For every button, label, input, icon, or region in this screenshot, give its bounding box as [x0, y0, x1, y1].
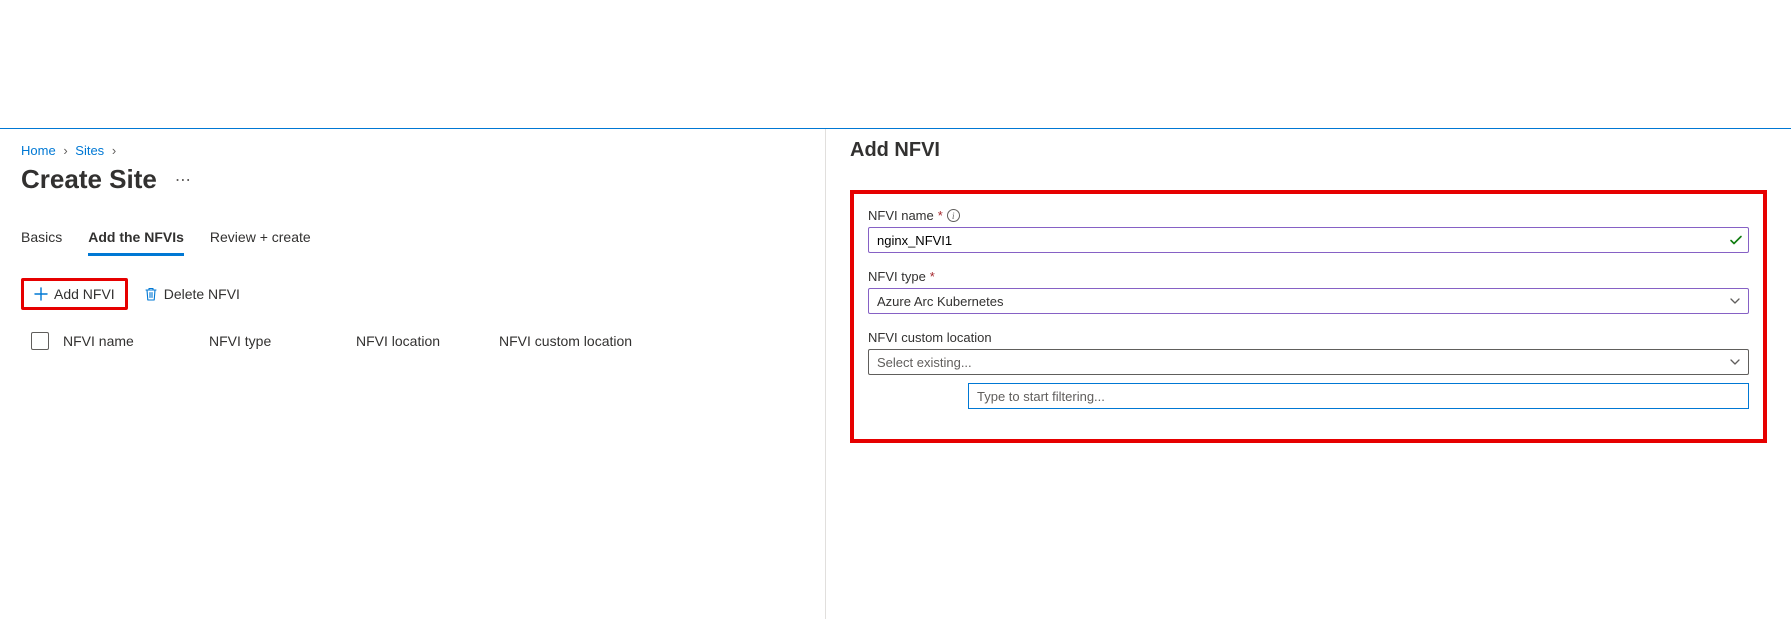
nfvi-type-value: Azure Arc Kubernetes: [877, 294, 1003, 309]
nfvi-type-select[interactable]: Azure Arc Kubernetes: [868, 288, 1749, 314]
table-header: NFVI name NFVI type NFVI location NFVI c…: [21, 332, 825, 350]
toolbar: Add NFVI Delete NFVI: [21, 278, 825, 310]
chevron-right-icon: ›: [112, 143, 116, 158]
nfvi-name-input[interactable]: [868, 227, 1749, 253]
tab-add-nfvis[interactable]: Add the NFVIs: [88, 229, 184, 256]
column-header-location[interactable]: NFVI location: [356, 333, 499, 349]
required-asterisk: *: [930, 269, 935, 284]
nfvi-name-label: NFVI name * i: [868, 208, 1749, 223]
nfvi-custom-location-label: NFVI custom location: [868, 330, 1749, 345]
tabs: Basics Add the NFVIs Review + create: [21, 229, 825, 256]
breadcrumb-home[interactable]: Home: [21, 143, 56, 158]
select-all-checkbox[interactable]: [31, 332, 49, 350]
nfvi-custom-location-value: Select existing...: [877, 355, 972, 370]
trash-icon: [144, 287, 158, 302]
add-nfvi-label: Add NFVI: [54, 286, 115, 302]
column-header-custom[interactable]: NFVI custom location: [499, 333, 749, 349]
highlight-box: NFVI name * i NFVI type *: [850, 190, 1767, 443]
custom-location-filter-input[interactable]: [968, 383, 1749, 409]
delete-nfvi-button[interactable]: Delete NFVI: [136, 281, 248, 307]
plus-icon: [34, 287, 48, 301]
nfvi-type-label: NFVI type *: [868, 269, 1749, 284]
more-actions-button[interactable]: ⋯: [175, 170, 192, 190]
column-header-type[interactable]: NFVI type: [209, 333, 356, 349]
column-header-name[interactable]: NFVI name: [63, 333, 209, 349]
add-nfvi-button[interactable]: Add NFVI: [21, 278, 128, 310]
delete-nfvi-label: Delete NFVI: [164, 286, 240, 302]
nfvi-custom-location-label-text: NFVI custom location: [868, 330, 992, 345]
nfvi-name-label-text: NFVI name: [868, 208, 934, 223]
nfvi-custom-location-select[interactable]: Select existing...: [868, 349, 1749, 375]
panel-title: Add NFVI: [850, 139, 1767, 162]
page-title: Create Site: [21, 164, 157, 195]
top-spacer: [0, 0, 1791, 129]
info-icon[interactable]: i: [947, 209, 960, 222]
tab-review-create[interactable]: Review + create: [210, 229, 311, 256]
breadcrumb: Home › Sites ›: [21, 143, 825, 158]
breadcrumb-sites[interactable]: Sites: [75, 143, 104, 158]
checkmark-icon: [1729, 233, 1743, 247]
required-asterisk: *: [938, 208, 943, 223]
tab-basics[interactable]: Basics: [21, 229, 62, 256]
nfvi-type-label-text: NFVI type: [868, 269, 926, 284]
chevron-right-icon: ›: [63, 143, 67, 158]
